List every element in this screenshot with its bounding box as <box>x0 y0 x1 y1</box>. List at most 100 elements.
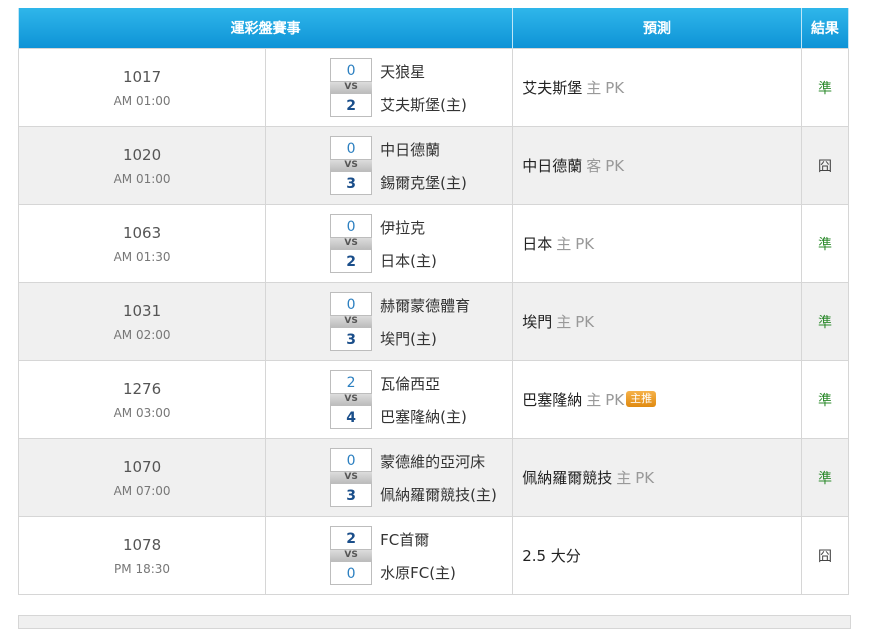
match-number: 1020 <box>122 145 162 164</box>
team-away[interactable]: 赫爾蒙德體育 <box>380 295 470 316</box>
prediction-side: 主 <box>586 79 602 97</box>
prediction-cell: 巴塞隆納主 PK 主推 <box>512 360 802 439</box>
result-mark: 準 <box>817 236 832 253</box>
team-away[interactable]: 蒙德維的亞河床 <box>380 451 485 472</box>
match-number: 1063 <box>122 223 162 242</box>
prediction-side: 主 <box>616 469 632 487</box>
prediction-team: 日本 <box>522 235 553 253</box>
prediction-cell: 佩納羅爾競技主 PK <box>512 438 802 517</box>
match-time: PM 18:30 <box>114 561 171 576</box>
team-away[interactable]: 伊拉克 <box>380 217 425 238</box>
result-cell: 準 <box>800 360 850 439</box>
result-mark: 囧 <box>817 158 832 175</box>
prediction-team: 2.5 大分 <box>522 547 581 565</box>
score-box: 0 VS 3 <box>330 448 373 507</box>
result-mark: 準 <box>817 80 832 97</box>
result-mark: 準 <box>817 314 832 331</box>
match-cell: 0 VS 3 中日德蘭 錫爾克堡(主) <box>265 126 514 205</box>
match-number: 1031 <box>122 301 162 320</box>
match-cell: 0 VS 2 天狼星 艾夫斯堡(主) <box>265 48 514 127</box>
team-home[interactable]: 埃門(主) <box>380 328 437 349</box>
prediction-cell: 中日德蘭客 PK <box>512 126 802 205</box>
prediction-pk: PK <box>605 79 625 97</box>
result-cell: 準 <box>800 204 850 283</box>
score-box: 2 VS 4 <box>330 370 373 429</box>
match-id-cell: 1078 PM 18:30 <box>17 516 267 595</box>
match-id-cell: 1276 AM 03:00 <box>17 360 267 439</box>
score-home: 3 <box>330 327 373 351</box>
result-cell: 囧 <box>800 516 850 595</box>
table-row[interactable]: 1063 AM 01:30 0 VS 2 伊拉克 日本(主) 日本主 PK 準 <box>17 204 850 283</box>
table-row[interactable]: 1017 AM 01:00 0 VS 2 天狼星 艾夫斯堡(主) 艾夫斯堡主 PK… <box>17 48 850 127</box>
score-home: 2 <box>330 249 373 273</box>
team-home[interactable]: 巴塞隆納(主) <box>380 406 467 427</box>
vs-divider: VS <box>330 394 373 405</box>
prediction-pk: PK <box>605 391 625 409</box>
prediction-cell: 艾夫斯堡主 PK <box>512 48 802 127</box>
match-cell: 0 VS 3 蒙德維的亞河床 佩納羅爾競技(主) <box>265 438 514 517</box>
match-id-cell: 1070 AM 07:00 <box>17 438 267 517</box>
score-away: 0 <box>330 136 373 160</box>
prediction-side: 主 <box>586 391 602 409</box>
score-away: 0 <box>330 292 373 316</box>
prediction-side: 主 <box>556 313 572 331</box>
result-cell: 準 <box>800 282 850 361</box>
prediction-pk: PK <box>635 469 655 487</box>
team-away[interactable]: FC首爾 <box>380 529 429 550</box>
prediction-pk: PK <box>605 157 625 175</box>
team-home[interactable]: 日本(主) <box>380 250 437 271</box>
match-time: AM 03:00 <box>113 405 171 420</box>
match-time: AM 01:30 <box>113 249 171 264</box>
vs-divider: VS <box>330 82 373 93</box>
table-header: 運彩盤賽事 預測 結果 <box>17 8 850 49</box>
match-time: AM 01:00 <box>113 171 171 186</box>
score-box: 0 VS 2 <box>330 214 373 273</box>
score-away: 0 <box>330 58 373 82</box>
team-away[interactable]: 天狼星 <box>380 61 425 82</box>
prediction-team: 中日德蘭 <box>522 157 583 175</box>
match-cell: 2 VS 4 瓦倫西亞 巴塞隆納(主) <box>265 360 514 439</box>
header-match: 運彩盤賽事 <box>17 8 514 49</box>
predictions-table-wrapper: 運彩盤賽事 預測 結果 1017 AM 01:00 0 VS 2 天狼星 艾夫斯… <box>17 8 850 595</box>
result-mark: 準 <box>817 392 832 409</box>
recommend-badge: 主推 <box>626 391 657 407</box>
team-home[interactable]: 佩納羅爾競技(主) <box>380 484 497 505</box>
team-home[interactable]: 艾夫斯堡(主) <box>380 94 467 115</box>
score-box: 0 VS 3 <box>330 136 373 195</box>
score-home: 3 <box>330 483 373 507</box>
prediction-side: 客 <box>586 157 602 175</box>
match-id-cell: 1020 AM 01:00 <box>17 126 267 205</box>
match-number: 1017 <box>122 67 162 86</box>
score-box: 0 VS 2 <box>330 58 373 117</box>
match-id-cell: 1017 AM 01:00 <box>17 48 267 127</box>
match-time: AM 07:00 <box>113 483 171 498</box>
predictions-table: 運彩盤賽事 預測 結果 1017 AM 01:00 0 VS 2 天狼星 艾夫斯… <box>17 8 850 595</box>
score-home: 2 <box>330 93 373 117</box>
team-home[interactable]: 錫爾克堡(主) <box>380 172 467 193</box>
vs-divider: VS <box>330 472 373 483</box>
score-away: 2 <box>330 526 373 550</box>
match-number: 1276 <box>122 379 162 398</box>
table-row[interactable]: 1031 AM 02:00 0 VS 3 赫爾蒙德體育 埃門(主) 埃門主 PK … <box>17 282 850 361</box>
table-row[interactable]: 1276 AM 03:00 2 VS 4 瓦倫西亞 巴塞隆納(主) 巴塞隆納主 P… <box>17 360 850 439</box>
footer-bar <box>18 615 851 629</box>
table-row[interactable]: 1020 AM 01:00 0 VS 3 中日德蘭 錫爾克堡(主) 中日德蘭客 P… <box>17 126 850 205</box>
score-home: 3 <box>330 171 373 195</box>
header-prediction: 預測 <box>512 8 802 49</box>
result-cell: 囧 <box>800 126 850 205</box>
score-box: 0 VS 3 <box>330 292 373 351</box>
team-away[interactable]: 中日德蘭 <box>380 139 440 160</box>
score-box: 2 VS 0 <box>330 526 373 585</box>
prediction-side: 主 <box>556 235 572 253</box>
score-home: 4 <box>330 405 373 429</box>
table-row[interactable]: 1070 AM 07:00 0 VS 3 蒙德維的亞河床 佩納羅爾競技(主) 佩… <box>17 438 850 517</box>
table-row[interactable]: 1078 PM 18:30 2 VS 0 FC首爾 水原FC(主) 2.5 大分… <box>17 516 850 595</box>
match-cell: 0 VS 2 伊拉克 日本(主) <box>265 204 514 283</box>
match-time: AM 02:00 <box>113 327 171 342</box>
team-away[interactable]: 瓦倫西亞 <box>380 373 440 394</box>
score-away: 0 <box>330 214 373 238</box>
prediction-cell: 日本主 PK <box>512 204 802 283</box>
prediction-team: 佩納羅爾競技 <box>522 469 613 487</box>
team-home[interactable]: 水原FC(主) <box>380 562 456 583</box>
prediction-team: 艾夫斯堡 <box>522 79 583 97</box>
